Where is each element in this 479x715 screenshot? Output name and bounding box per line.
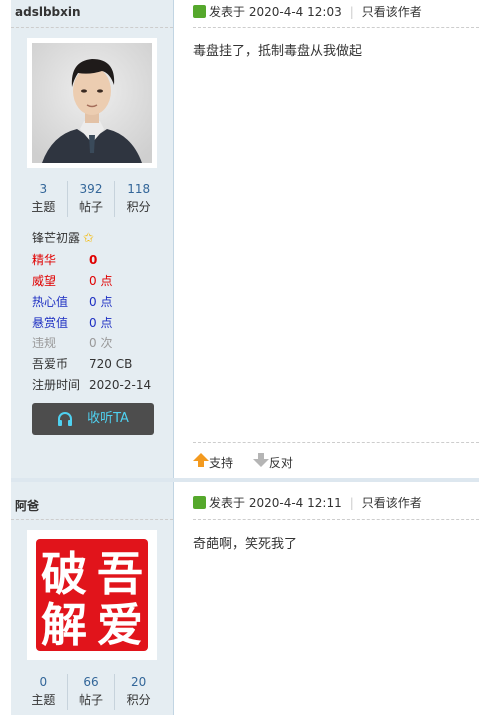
- avatar[interactable]: 破 吾 解 爱: [27, 530, 157, 660]
- info-coins: 吾爱币 720 CB: [32, 354, 132, 374]
- actions-divider: [193, 442, 479, 443]
- author-username[interactable]: adslbbxin: [15, 5, 81, 19]
- info-value: 720 CB: [89, 357, 133, 371]
- avatar-photo: [32, 43, 152, 163]
- seal-char: 破: [41, 547, 87, 601]
- stat-value: 392: [79, 182, 103, 196]
- post-1: adslbbxin 3 主题 392 帖子 118 积分 锋芒初露 ✩ 精华 0…: [0, 0, 479, 478]
- stat-value: 3: [39, 182, 48, 196]
- only-author-link[interactable]: 只看该作者: [362, 5, 422, 19]
- posted-prefix: 发表于: [209, 496, 246, 510]
- post-meta: 发表于 2020-4-4 12:11 | 只看该作者: [193, 495, 422, 511]
- stat-value: 20: [131, 675, 147, 689]
- divider: [11, 27, 173, 28]
- author-username[interactable]: 阿爸: [15, 497, 39, 514]
- info-violations: 违规 0 次: [32, 333, 112, 353]
- stat-label: 帖子: [79, 200, 104, 214]
- oppose-label: 反对: [268, 456, 293, 470]
- support-label: 支持: [209, 456, 234, 470]
- meta-separator: |: [349, 496, 354, 510]
- seal-char: 解: [41, 598, 87, 652]
- info-value: 0: [89, 253, 98, 267]
- info-value: 2020-2-14: [89, 378, 152, 392]
- stat-label: 积分: [126, 693, 151, 707]
- user-rank[interactable]: 锋芒初露 ✩: [32, 229, 94, 246]
- seal-char: 爱: [97, 598, 143, 652]
- posted-time: 2020-4-4 12:03: [248, 5, 342, 19]
- info-key: 吾爱币: [32, 357, 69, 371]
- info-key: 精华: [32, 253, 57, 267]
- rank-label: 锋芒初露: [32, 231, 81, 245]
- author-stats: 0 主题 66 帖子 20 积分: [20, 674, 162, 710]
- stat-label: 积分: [126, 200, 151, 214]
- seal-logo: 破 吾 解 爱: [32, 535, 152, 655]
- meta-separator: |: [349, 5, 354, 19]
- stat-topics[interactable]: 3 主题: [20, 181, 67, 217]
- info-value: 0 次: [89, 336, 113, 350]
- seal-char: 吾: [97, 547, 143, 601]
- info-value: 0 点: [89, 316, 113, 330]
- meta-divider: [193, 27, 479, 28]
- follow-label: 收听TA: [87, 411, 129, 426]
- only-author-link[interactable]: 只看该作者: [362, 496, 422, 510]
- headphones-icon: [58, 411, 73, 426]
- stat-topics[interactable]: 0 主题: [20, 674, 67, 710]
- online-status-icon: [193, 5, 206, 18]
- stat-posts[interactable]: 66 帖子: [66, 674, 115, 710]
- info-enthusiasm: 热心值 0 点: [32, 292, 112, 312]
- info-key: 热心值: [32, 295, 69, 309]
- info-value: 0 点: [89, 295, 113, 309]
- oppose-button[interactable]: 反对: [252, 453, 293, 470]
- info-key: 违规: [32, 336, 57, 350]
- avatar[interactable]: [27, 38, 157, 168]
- post-content: 奇葩啊，笑死我了: [193, 537, 298, 552]
- info-key: 注册时间: [32, 378, 81, 392]
- meta-divider: [193, 519, 479, 520]
- follow-button[interactable]: 收听TA: [32, 403, 154, 435]
- stat-credits[interactable]: 20 积分: [114, 674, 162, 710]
- info-key: 威望: [32, 274, 57, 288]
- post-actions: 支持 反对: [193, 453, 293, 471]
- stat-posts[interactable]: 392 帖子: [66, 181, 115, 217]
- info-digest: 精华 0: [32, 250, 97, 270]
- stat-value: 118: [127, 182, 151, 196]
- thumb-up-arrow-icon: [193, 453, 209, 467]
- post-2: 阿爸 破 吾 解 爱 0 主题 66 帖子 20 积分 发表于 2020-4-4…: [0, 482, 479, 715]
- info-bounty: 悬赏值 0 点: [32, 313, 112, 333]
- stat-label: 主题: [31, 693, 56, 707]
- divider: [11, 519, 173, 520]
- stat-label: 帖子: [79, 693, 104, 707]
- star-icon: ✩: [83, 231, 94, 246]
- info-value: 0 点: [89, 274, 113, 288]
- info-key: 悬赏值: [32, 316, 69, 330]
- thumb-down-arrow-icon: [252, 453, 269, 467]
- support-button[interactable]: 支持: [193, 453, 237, 470]
- stat-value: 0: [39, 675, 48, 689]
- author-stats: 3 主题 392 帖子 118 积分: [20, 181, 162, 217]
- info-register-date: 注册时间 2020-2-14: [32, 375, 151, 395]
- post-content: 毒盘挂了，抵制毒盘从我做起: [193, 44, 363, 59]
- posted-prefix: 发表于: [209, 5, 246, 19]
- stat-value: 66: [83, 675, 99, 689]
- posted-time: 2020-4-4 12:11: [248, 496, 342, 510]
- info-prestige: 威望 0 点: [32, 271, 112, 291]
- post-meta: 发表于 2020-4-4 12:03 | 只看该作者: [193, 4, 422, 20]
- stat-label: 主题: [31, 200, 56, 214]
- online-status-icon: [193, 496, 206, 509]
- stat-credits[interactable]: 118 积分: [114, 181, 162, 217]
